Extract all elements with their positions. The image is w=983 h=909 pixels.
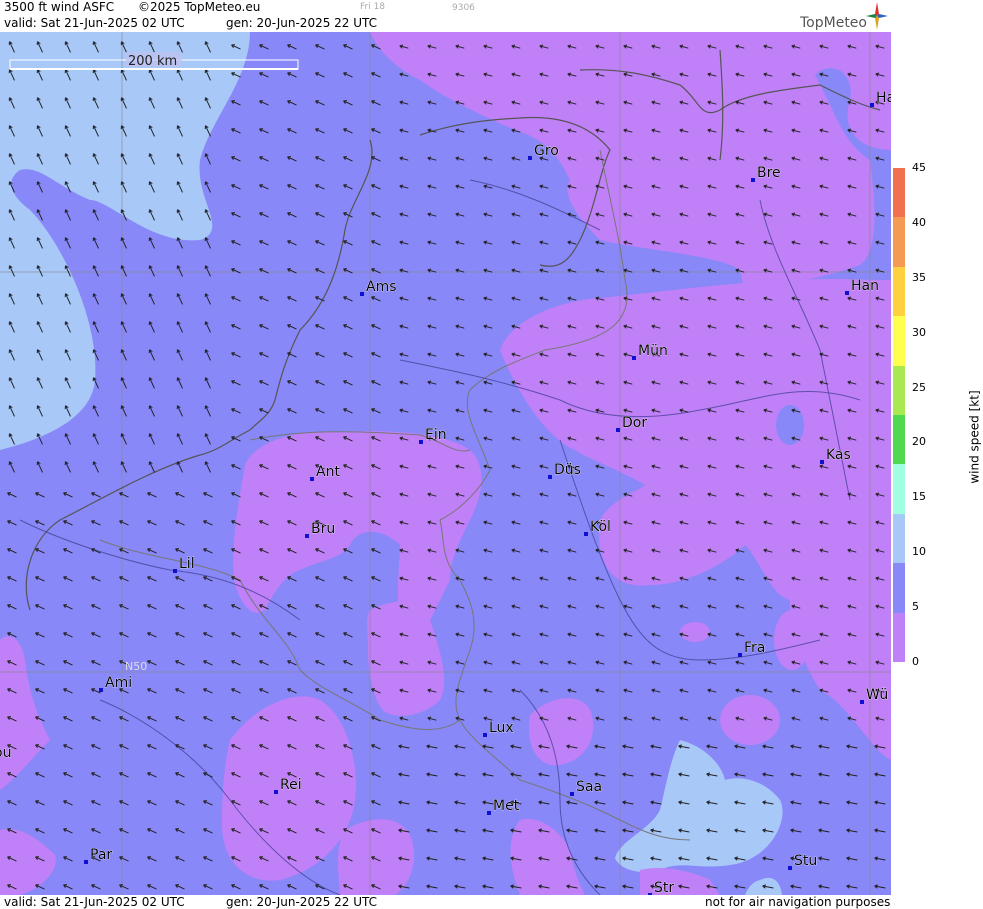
- city-dot: [419, 440, 423, 444]
- legend-segment: [893, 464, 905, 514]
- wind-map[interactable]: 200 km N50 Gro Bre Ha Han Ams Mün Dor Ein Kas Ant…: [0, 32, 891, 895]
- city-label: Lux: [489, 720, 514, 736]
- city-dot: [751, 178, 755, 182]
- city-label: Han: [851, 278, 879, 294]
- city-dot: [820, 460, 824, 464]
- city-label: Düs: [554, 462, 581, 478]
- legend-segment: [893, 266, 905, 317]
- city-label: Fra: [744, 640, 765, 656]
- legend-color-bar: [893, 168, 905, 662]
- product-title: 3500 ft wind ASFC: [4, 0, 115, 14]
- city-label: Stu: [794, 853, 817, 869]
- wind-zone-0-5-spot2: [680, 622, 710, 642]
- copyright: ©2025 TopMeteo.eu: [138, 0, 261, 14]
- city-label: Dor: [622, 415, 647, 431]
- legend-tick-label: 40: [912, 215, 926, 229]
- city-dot: [360, 292, 364, 296]
- city-label: Str: [654, 880, 674, 895]
- faint-code: 9306: [452, 3, 475, 13]
- city-dot: [99, 688, 103, 692]
- legend-tick-label: 25: [912, 380, 926, 394]
- legend-segment: [893, 563, 905, 613]
- legend-title: wind speed [kt]: [967, 390, 982, 484]
- legend-segment: [893, 414, 905, 465]
- city-dot: [274, 790, 278, 794]
- legend-tick-label: 35: [912, 270, 926, 284]
- city-label: Ein: [425, 427, 447, 443]
- legend-tick-label: 5: [912, 600, 919, 614]
- footer-valid-time: valid: Sat 21-Jun-2025 02 UTC: [4, 895, 185, 909]
- city-dot: [584, 532, 588, 536]
- city-dot: [632, 356, 636, 360]
- city-label: Gro: [534, 143, 559, 159]
- logo-text: TopMeteo: [800, 15, 867, 31]
- city-label: Ha: [876, 90, 891, 106]
- city-dot: [487, 811, 491, 815]
- city-label: Lil: [179, 556, 195, 572]
- city-dot: [173, 569, 177, 573]
- legend-tick-label: 0: [912, 655, 919, 668]
- city-label: Met: [493, 798, 520, 814]
- city-dot: [84, 860, 88, 864]
- footer-bar: valid: Sat 21-Jun-2025 02 UTC gen: 20-Ju…: [0, 895, 891, 909]
- city-label: Saa: [576, 779, 602, 795]
- header-bar: 3500 ft wind ASFC ©2025 TopMeteo.eu Fri …: [0, 0, 891, 32]
- city-dot: [870, 103, 874, 107]
- footer-generated-time: gen: 20-Jun-2025 22 UTC: [226, 895, 378, 909]
- city-dot: [845, 291, 849, 295]
- city-label: Par: [90, 847, 112, 863]
- city-label: ou: [0, 745, 11, 761]
- compass-logo-icon: [866, 2, 888, 30]
- city-label: Rei: [280, 777, 302, 793]
- legend-tick-label: 20: [912, 435, 926, 449]
- city-dot: [738, 653, 742, 657]
- legend-segment: [893, 168, 905, 218]
- city-dot: [616, 428, 620, 432]
- city-label: Kas: [826, 447, 851, 463]
- faint-day: Fri 18: [360, 2, 386, 12]
- disclaimer: not for air navigation purposes: [705, 895, 891, 909]
- city-dot: [860, 700, 864, 704]
- legend-segment: [893, 513, 905, 564]
- valid-time: valid: Sat 21-Jun-2025 02 UTC: [4, 16, 185, 30]
- scale-label: 200 km: [128, 54, 177, 69]
- legend-segment: [893, 316, 905, 366]
- city-label: Ams: [366, 279, 397, 295]
- legend-tick-label: 15: [912, 490, 926, 504]
- city-dot: [528, 156, 532, 160]
- wind-zone-5-10-spot: [776, 405, 804, 445]
- legend-segment: [893, 365, 905, 415]
- legend-tick-label: 10: [912, 545, 926, 559]
- city-label: Mün: [638, 343, 668, 359]
- city-dot: [570, 792, 574, 796]
- city-dot: [483, 733, 487, 737]
- city-label: Ami: [105, 675, 132, 691]
- latitude-label: N50: [125, 660, 147, 673]
- city-dot: [788, 866, 792, 870]
- city-label: Bru: [311, 521, 335, 537]
- legend-segment: [893, 612, 905, 662]
- city-label: Köl: [590, 519, 611, 535]
- wind-zone-0-5-spot3: [774, 610, 810, 670]
- city-label: Ant: [316, 464, 340, 480]
- legend-tick-label: 45: [912, 161, 926, 174]
- city-dot: [310, 477, 314, 481]
- city-dot: [305, 534, 309, 538]
- legend-tick-label: 30: [912, 325, 926, 339]
- city-label: Wü: [866, 687, 888, 703]
- legend-segment: [893, 217, 905, 267]
- city-label: Bre: [757, 165, 781, 181]
- city-dot: [548, 475, 552, 479]
- generated-time: gen: 20-Jun-2025 22 UTC: [226, 16, 378, 30]
